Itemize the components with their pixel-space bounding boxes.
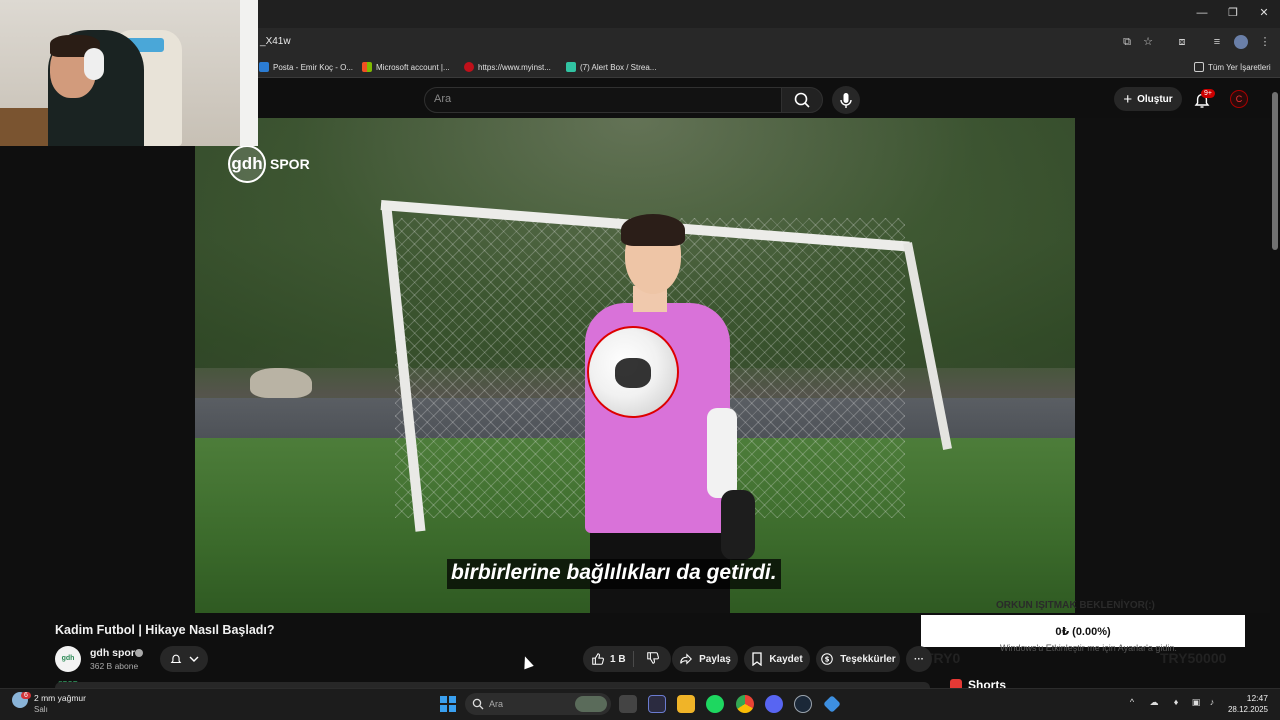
windows-taskbar xyxy=(0,688,1280,720)
webcam-door-frame xyxy=(240,0,258,146)
restore-icon[interactable]: ❐ xyxy=(1218,4,1248,22)
outlook-icon xyxy=(259,62,269,72)
windows-start-icon[interactable] xyxy=(440,696,456,712)
subscription-notifications-button[interactable] xyxy=(160,646,208,672)
more-icon: ··· xyxy=(914,653,924,665)
subscriber-count: 362 B abone xyxy=(90,661,139,671)
verified-badge-icon xyxy=(135,649,143,657)
video-rock xyxy=(250,368,312,398)
steam-icon[interactable] xyxy=(794,695,812,713)
task-view-icon[interactable] xyxy=(619,695,637,713)
mouse-cursor xyxy=(520,654,534,670)
thumbs-down-icon xyxy=(646,651,659,664)
thanks-button[interactable]: $ Teşekkürler xyxy=(816,646,900,672)
channel-avatar[interactable]: gdh SPOR xyxy=(55,646,81,688)
watermark-text: SPOR xyxy=(270,156,310,172)
like-dislike-divider xyxy=(633,651,634,667)
menu-kebab-icon[interactable]: ⋮ xyxy=(1258,35,1272,49)
search-icon xyxy=(794,92,810,108)
clock-date[interactable]: 28.12.2025 xyxy=(1222,705,1268,714)
bookmarks-folder[interactable]: Tüm Yer İşaretleri xyxy=(1194,60,1271,74)
microsoft-icon xyxy=(362,62,372,72)
taskbar-search-placeholder: Ara xyxy=(489,699,504,709)
like-count: 1 B xyxy=(610,653,626,665)
search-placeholder: Ara xyxy=(434,93,452,105)
webcam-headphones xyxy=(84,48,104,80)
minimize-icon[interactable]: — xyxy=(1187,4,1217,22)
streamlabs-icon xyxy=(566,62,576,72)
search-button[interactable] xyxy=(781,87,823,113)
donation-progress-text: 0₺ (0.00%) xyxy=(1055,625,1111,638)
thumbs-up-icon xyxy=(592,653,604,665)
svg-text:$: $ xyxy=(825,656,830,664)
extensions-icon[interactable]: ⧈ xyxy=(1175,35,1189,49)
bell-icon xyxy=(170,654,182,664)
player-hair xyxy=(621,214,685,246)
taskbar-search[interactable] xyxy=(465,693,611,715)
video-title: Kadim Futbol | Hikaye Nasıl Başladı? xyxy=(55,623,275,637)
chevron-down-icon xyxy=(189,656,199,662)
onedrive-icon[interactable]: ☁ xyxy=(1148,697,1160,708)
super-thanks-icon: $ xyxy=(821,653,834,665)
bookmark-item[interactable]: Microsoft account |... xyxy=(362,60,450,74)
football-panel xyxy=(615,358,651,388)
video-subtitle: birbirlerine bağlılıkları da getirdi. xyxy=(447,559,781,589)
scrollbar-thumb[interactable] xyxy=(1272,92,1278,250)
windows-activation-watermark: Windows'u Etkinleştir me için Ayarlar'a … xyxy=(1000,643,1177,653)
weather-day: Salı xyxy=(34,705,48,714)
file-explorer-icon[interactable] xyxy=(677,695,695,713)
plus-icon: + xyxy=(1123,90,1133,108)
bookmark-item[interactable]: https://www.myinst... xyxy=(464,60,551,74)
watermark-logo: gdh xyxy=(228,145,266,183)
like-dislike-group: 1 B xyxy=(583,646,671,672)
voice-search-button[interactable] xyxy=(832,86,860,114)
folder-icon xyxy=(1194,62,1204,72)
bookmark-icon xyxy=(752,652,762,666)
search-icon xyxy=(472,698,484,710)
more-actions-button[interactable]: ··· xyxy=(906,646,932,672)
dislike-button[interactable] xyxy=(646,651,660,668)
create-button[interactable]: + Oluştur xyxy=(1114,87,1182,111)
tab-search-icon[interactable]: ≡ xyxy=(1210,35,1224,49)
video-player[interactable] xyxy=(195,118,1075,613)
search-highlight-icon xyxy=(575,696,607,712)
donation-goal-end: TRY50000 xyxy=(1160,650,1227,666)
clock-time[interactable]: 12:47 xyxy=(1238,693,1268,703)
chevron-up-icon[interactable]: ^ xyxy=(1126,697,1138,707)
copilot-icon[interactable] xyxy=(648,695,666,713)
share-icon xyxy=(680,653,693,665)
discord-icon[interactable] xyxy=(765,695,783,713)
channel-name[interactable]: gdh spor xyxy=(90,647,135,659)
search-input[interactable] xyxy=(424,87,782,113)
account-avatar[interactable]: C xyxy=(1230,90,1248,108)
myinstants-icon xyxy=(464,62,474,72)
bookmark-star-icon[interactable]: ☆ xyxy=(1141,35,1155,49)
weather-condition: 2 mm yağmur xyxy=(34,693,86,703)
spotify-icon[interactable] xyxy=(706,695,724,713)
share-button[interactable]: Paylaş xyxy=(672,646,738,672)
url-text[interactable]: _X41w xyxy=(260,36,291,47)
like-button[interactable]: 1 B xyxy=(591,652,626,666)
profile-avatar-icon[interactable] xyxy=(1234,35,1248,49)
weather-badge: 6 xyxy=(21,692,31,699)
create-label: Oluştur xyxy=(1137,93,1173,105)
channel-watermark: gdh SPOR xyxy=(228,145,310,183)
player-arm xyxy=(707,408,737,498)
save-button[interactable]: Kaydet xyxy=(744,646,810,672)
microphone-icon xyxy=(840,93,852,108)
install-app-icon[interactable]: ⧉ xyxy=(1120,35,1134,49)
bookmark-item[interactable]: Posta - Emir Koç - O... xyxy=(259,60,353,74)
bookmark-item[interactable]: (7) Alert Box / Strea... xyxy=(566,60,656,74)
notification-count-badge: 9+ xyxy=(1201,89,1215,98)
volume-icon[interactable]: ♪ xyxy=(1206,697,1218,707)
close-icon[interactable]: ✕ xyxy=(1249,4,1279,22)
goalkeeper-glove xyxy=(721,490,755,560)
network-icon[interactable]: ▣ xyxy=(1190,697,1202,708)
webcam-overlay xyxy=(0,0,258,146)
chrome-icon[interactable] xyxy=(736,695,754,713)
video-side-area xyxy=(1075,118,1270,613)
donation-goal-title: ORKUN IŞITMAK BEKLENİYOR(:) xyxy=(996,600,1155,611)
microphone-icon[interactable]: ♦ xyxy=(1170,697,1182,707)
